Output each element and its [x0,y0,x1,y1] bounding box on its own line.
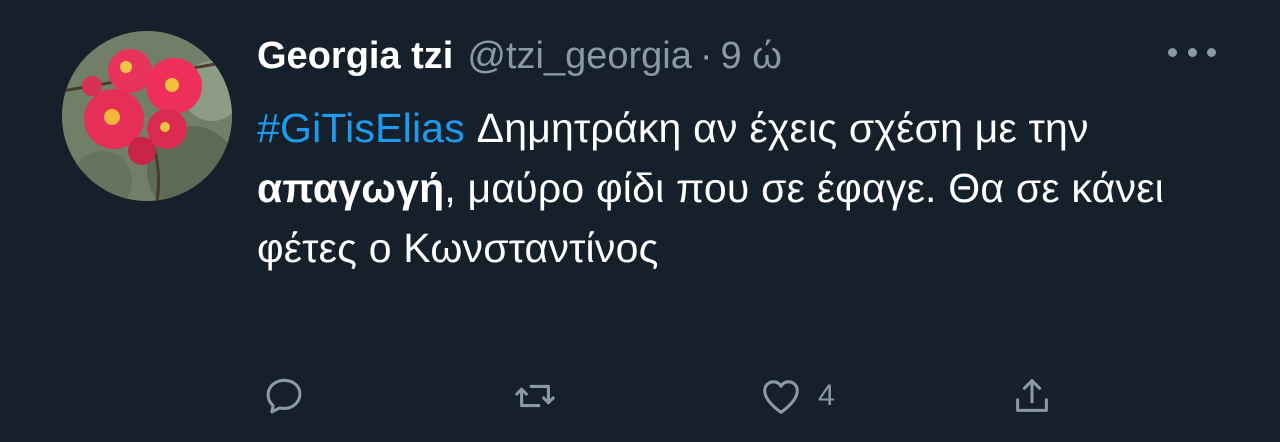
share-icon [1016,379,1048,412]
user-handle[interactable]: @tzi_georgia [467,30,691,82]
tweet: Georgia tzi @tzi_georgia · 9 ώ #GiTisEli… [0,0,1280,442]
tweet-text-part: Δημητράκη αν έχεις σχέση με την [465,105,1089,151]
avatar[interactable] [62,31,232,201]
reply-icon [266,378,302,414]
retweet-button[interactable] [512,372,558,420]
more-dot [1207,47,1216,57]
separator-dot: · [699,35,713,77]
hashtag-link[interactable]: #GiTisElias [257,105,465,151]
tweet-text: #GiTisElias Δημητράκη αν έχεις σχέση με … [257,98,1177,278]
more-dots-icon[interactable] [1168,38,1216,66]
display-name[interactable]: Georgia tzi [257,30,453,82]
retweet-icon [515,384,555,408]
timestamp[interactable]: 9 ώ [721,30,782,82]
like-count: 4 [818,379,835,412]
tweet-bold-text: απαγωγή [257,165,445,211]
heart-icon [763,380,799,414]
tweet-actions: 4 [0,372,1280,420]
more-dot [1168,47,1177,57]
flower-avatar-image [62,31,232,201]
more-dot [1187,47,1197,57]
reply-button[interactable] [261,372,307,420]
tweet-header: Georgia tzi @tzi_georgia · 9 ώ [257,30,782,82]
like-button[interactable]: 4 [758,372,835,420]
share-button[interactable] [1009,372,1055,420]
